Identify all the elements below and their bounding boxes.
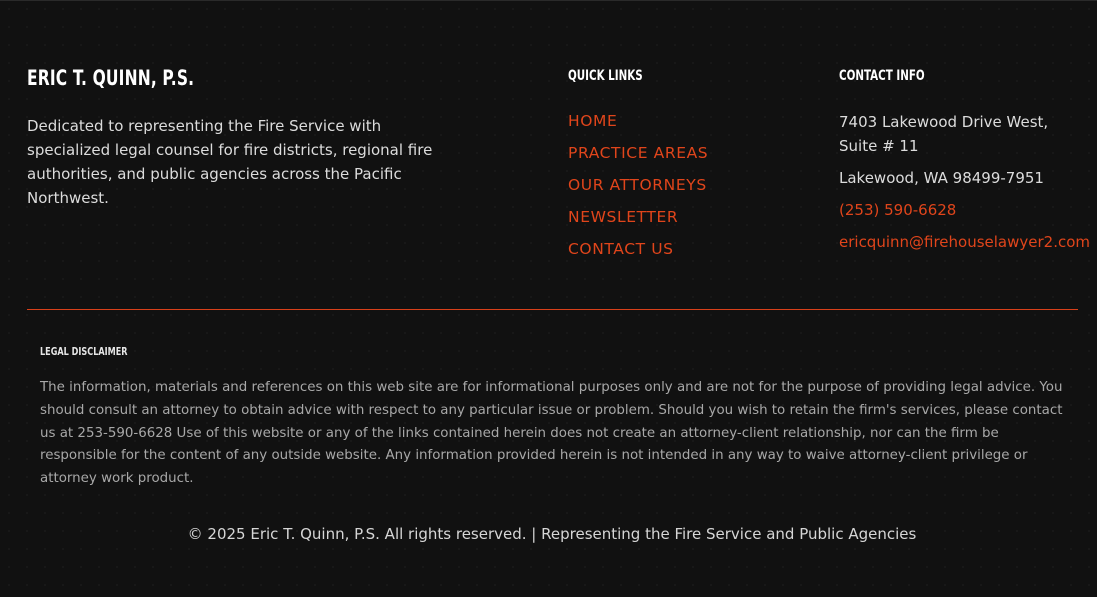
legal-disclaimer-text: The information, materials and reference… bbox=[40, 380, 1063, 487]
phone-link[interactable]: (253) 590-6628 bbox=[839, 198, 1097, 222]
email-link[interactable]: ericquinn@firehouselawyer2.com bbox=[839, 230, 1097, 254]
copyright-notice: © 2025 Eric T. Quinn, P.S. All rights re… bbox=[187, 525, 917, 543]
nav-link-our-attorneys[interactable]: OUR ATTORNEYS bbox=[568, 176, 707, 194]
address-city: Lakewood, WA 98499-7951 bbox=[839, 169, 1044, 187]
nav-link-contact-us[interactable]: CONTACT US bbox=[568, 240, 674, 258]
footer-divider bbox=[27, 309, 1078, 310]
contact-info: 7403 Lakewood Drive West, Suite # 11 Lak… bbox=[839, 110, 1097, 254]
address-line-1: 7403 Lakewood Drive West, bbox=[839, 113, 1049, 131]
firm-name: ERIC T. QUINN, P.S. bbox=[27, 66, 195, 90]
quick-links-list: HOME PRACTICE AREAS OUR ATTORNEYS NEWSLE… bbox=[568, 110, 708, 270]
nav-link-practice-areas[interactable]: PRACTICE AREAS bbox=[568, 144, 708, 162]
quick-links-heading: QUICK LINKS bbox=[568, 68, 643, 84]
nav-link-newsletter[interactable]: NEWSLETTER bbox=[568, 208, 678, 226]
quick-link-item: NEWSLETTER bbox=[568, 206, 708, 238]
quick-link-item: CONTACT US bbox=[568, 238, 708, 270]
quick-link-item: OUR ATTORNEYS bbox=[568, 174, 708, 206]
contact-info-heading: CONTACT INFO bbox=[839, 68, 925, 84]
address-line-2: Suite # 11 bbox=[839, 137, 919, 155]
top-border bbox=[0, 0, 1097, 1]
firm-description: Dedicated to representing the Fire Servi… bbox=[27, 117, 433, 207]
nav-link-home[interactable]: HOME bbox=[568, 112, 617, 130]
quick-link-item: HOME bbox=[568, 110, 708, 142]
legal-disclaimer-heading: LEGAL DISCLAIMER bbox=[40, 345, 128, 358]
quick-link-item: PRACTICE AREAS bbox=[568, 142, 708, 174]
